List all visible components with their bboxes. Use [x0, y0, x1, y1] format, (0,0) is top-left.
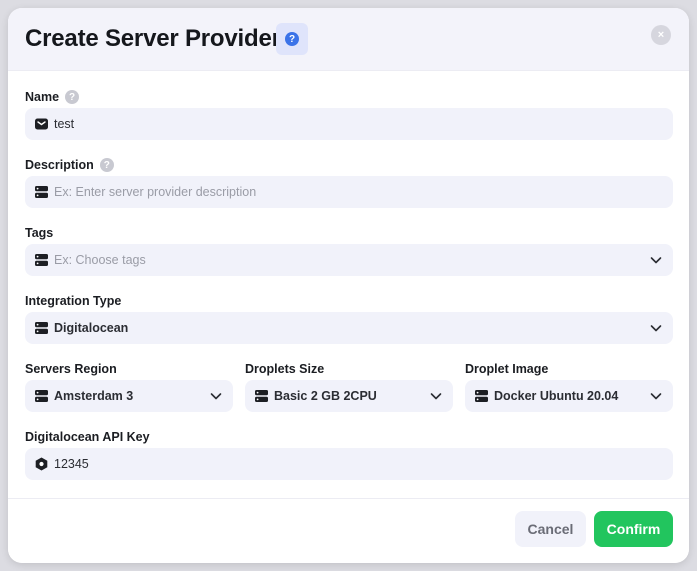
droplet-image-value: Docker Ubuntu 20.04: [494, 389, 619, 403]
help-button[interactable]: ?: [276, 23, 308, 55]
name-input[interactable]: test: [25, 108, 673, 140]
name-label: Name ?: [25, 90, 80, 104]
chevron-down-icon: [650, 393, 662, 400]
dialog-header: Create Server Provider ? ×: [8, 8, 689, 71]
droplets-size-value: Basic 2 GB 2CPU: [274, 389, 377, 403]
integration-type-label: Integration Type: [25, 294, 122, 308]
droplet-image-select[interactable]: Docker Ubuntu 20.04: [465, 380, 673, 412]
chevron-down-icon: [650, 325, 662, 332]
droplets-size-label: Droplets Size: [245, 362, 325, 376]
name-help-icon[interactable]: ?: [65, 90, 80, 104]
api-key-input[interactable]: 12345: [25, 448, 673, 480]
servers-region-select[interactable]: Amsterdam 3: [25, 380, 233, 412]
cancel-button[interactable]: Cancel: [515, 511, 586, 547]
hexagon-icon: [34, 457, 48, 471]
servers-region-value: Amsterdam 3: [54, 389, 134, 403]
chevron-down-icon: [650, 257, 662, 264]
droplets-size-select[interactable]: Basic 2 GB 2CPU: [245, 380, 453, 412]
server-icon: [254, 389, 268, 403]
envelope-icon: [34, 117, 48, 131]
tags-placeholder: Ex: Choose tags: [54, 253, 146, 267]
server-icon: [34, 253, 48, 267]
chevron-down-icon: [210, 393, 222, 400]
tags-select[interactable]: Ex: Choose tags: [25, 244, 673, 276]
close-button[interactable]: ×: [651, 25, 671, 45]
description-input[interactable]: Ex: Enter server provider description: [25, 176, 673, 208]
server-icon: [474, 389, 488, 403]
description-help-icon[interactable]: ?: [99, 158, 114, 172]
integration-type-select[interactable]: Digitalocean: [25, 312, 673, 344]
server-icon: [34, 185, 48, 199]
server-icon: [34, 321, 48, 335]
create-server-provider-dialog: Create Server Provider ? × Name ? test D…: [8, 8, 689, 563]
api-key-value: 12345: [54, 457, 89, 471]
server-icon: [34, 389, 48, 403]
dialog-footer: Cancel Confirm: [8, 498, 689, 563]
integration-type-value: Digitalocean: [54, 321, 129, 335]
chevron-down-icon: [430, 393, 442, 400]
description-label: Description ?: [25, 158, 114, 172]
dialog-title: Create Server Provider: [25, 25, 281, 52]
question-icon: ?: [285, 32, 299, 46]
name-value: test: [54, 117, 75, 131]
droplet-image-label: Droplet Image: [465, 362, 549, 376]
servers-region-label: Servers Region: [25, 362, 117, 376]
tags-label: Tags: [25, 226, 54, 240]
api-key-label: Digitalocean API Key: [25, 430, 150, 444]
confirm-button[interactable]: Confirm: [594, 511, 673, 547]
description-placeholder: Ex: Enter server provider description: [54, 185, 257, 199]
close-icon: ×: [657, 29, 665, 41]
